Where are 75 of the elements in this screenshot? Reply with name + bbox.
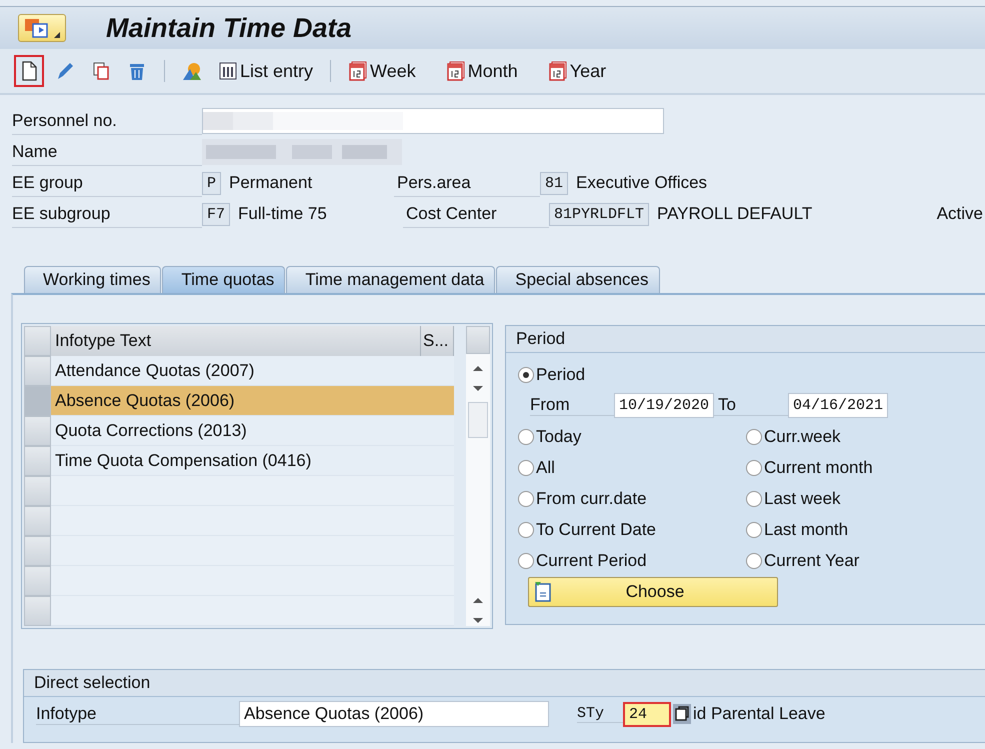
radio-option[interactable]: Current Year (746, 545, 985, 576)
group-title: Period (506, 326, 985, 353)
table-cell (422, 416, 454, 446)
blurred-name-icon (202, 139, 402, 165)
radio-option[interactable]: Period (518, 359, 985, 390)
calendar-icon (446, 60, 466, 82)
calendar-icon (548, 60, 568, 82)
pencil-icon (55, 60, 75, 82)
radio-option[interactable]: Last month (746, 514, 985, 545)
code-field: F7 (202, 202, 230, 226)
group-title: Direct selection (24, 670, 985, 697)
row-selector[interactable] (24, 416, 51, 446)
column-header[interactable]: S... (421, 326, 454, 356)
calendar-icon (348, 60, 368, 82)
tab[interactable]: Working times (24, 266, 162, 293)
clipboard-icon (533, 581, 553, 603)
field-text: Permanent (229, 173, 314, 193)
personnel-number-field[interactable] (202, 108, 664, 134)
radio-option[interactable]: Current month (746, 452, 985, 483)
columns-icon (218, 60, 238, 82)
toolbar-button[interactable]: Week (343, 55, 421, 87)
code-field: P (202, 172, 222, 194)
subtype-text: id Parental Leave (693, 704, 826, 724)
table-cell[interactable]: Attendance Quotas (2007) (51, 356, 422, 386)
column-header[interactable]: Infotype Text (51, 326, 421, 356)
row-selector[interactable] (24, 566, 51, 596)
row-selector[interactable] (24, 356, 51, 386)
row-selector[interactable] (24, 536, 51, 566)
row-selector[interactable] (24, 386, 51, 416)
field-text: Executive Offices (576, 173, 708, 193)
toolbar-button[interactable]: List entry (213, 55, 318, 87)
new-document-button[interactable] (14, 55, 44, 87)
table-cell[interactable]: Absence Quotas (2006) (51, 386, 422, 416)
infotype-field[interactable]: Absence Quotas (2006) (239, 701, 549, 727)
radio-option[interactable]: All (518, 452, 746, 483)
column-settings-button[interactable] (466, 326, 490, 354)
value-help-icon[interactable] (673, 704, 692, 724)
radio-option[interactable]: Curr.week (746, 421, 985, 452)
table-cell[interactable]: Quota Corrections (2013) (51, 416, 422, 446)
scrollbar-thumb[interactable] (468, 402, 488, 438)
menu-icon (23, 17, 51, 39)
code-field: 81 (540, 172, 568, 194)
table-cell (422, 386, 454, 416)
radio-option[interactable]: Today (518, 421, 746, 452)
date-field[interactable]: 10/19/2020 (614, 393, 714, 418)
table-cell (422, 356, 454, 386)
copy-icon (91, 60, 111, 82)
menu-button[interactable] (18, 14, 66, 42)
caret-icon (53, 31, 61, 39)
toolbar-button[interactable]: Year (542, 55, 612, 87)
code-field: 81PYRLDFLT (549, 202, 650, 226)
radio-option[interactable]: Last week (746, 483, 985, 514)
field-text: PAYROLL DEFAULT (657, 204, 812, 224)
date-field[interactable]: 04/16/2021 (788, 393, 888, 418)
tab[interactable]: Special absences (496, 266, 660, 293)
radio-option[interactable]: To Current Date (518, 514, 746, 545)
blurred-value-icon (203, 110, 403, 132)
toolbar-button[interactable]: Month (440, 55, 523, 87)
row-selector[interactable] (24, 446, 51, 476)
row-selector[interactable] (24, 596, 51, 626)
field-text: Full-time 75 (238, 204, 328, 224)
table-cell[interactable]: Time Quota Compensation (0416) (51, 446, 422, 476)
row-selector[interactable] (24, 506, 51, 536)
radio-option[interactable]: From curr.date (518, 483, 746, 514)
radio-option[interactable]: Current Period (518, 545, 746, 576)
mountain-icon (182, 60, 202, 82)
select-all-button[interactable] (24, 326, 51, 356)
row-selector[interactable] (24, 476, 51, 506)
tab[interactable]: Time management data (286, 266, 496, 293)
field-label: Infotype (36, 704, 239, 724)
tab[interactable]: Time quotas (162, 266, 286, 293)
choose-button[interactable]: Choose (528, 577, 778, 607)
status-text: Active (936, 204, 983, 224)
subtype-field[interactable]: 24 (623, 702, 672, 726)
window-title: Maintain Time Data (106, 12, 352, 44)
